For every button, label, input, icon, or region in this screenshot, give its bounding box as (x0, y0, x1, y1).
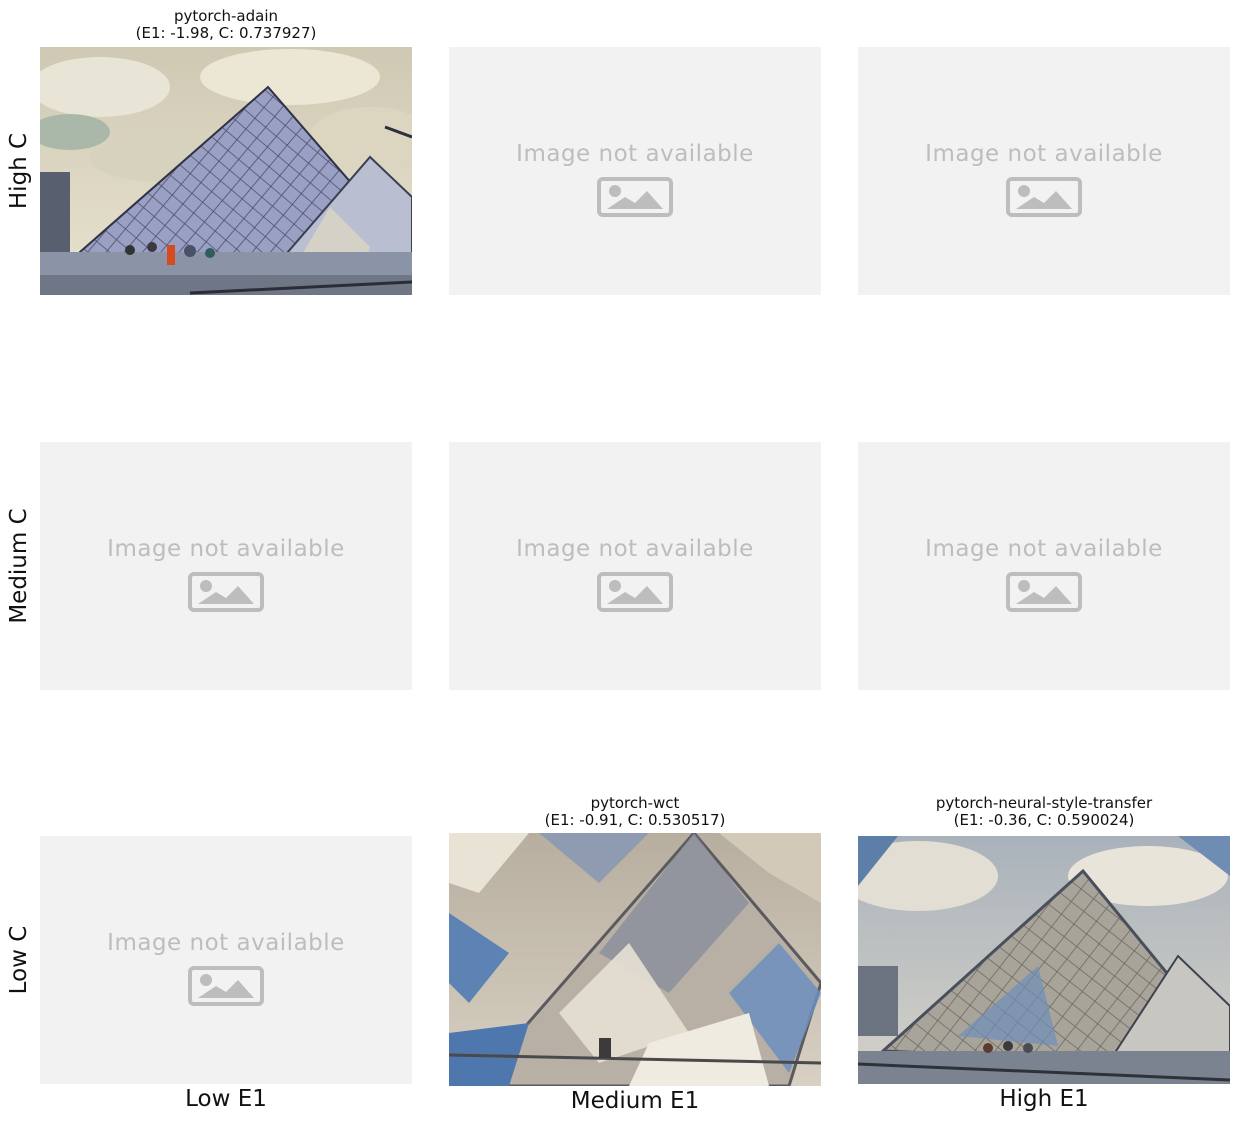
stylized-image-pyramid (40, 47, 412, 295)
placeholder-text: Image not available (516, 536, 754, 562)
cell-low-c-medium-e1: pytorch-wct (E1: -0.91, C: 0.530517) (449, 792, 821, 1086)
image-placeholder: Image not available (858, 442, 1230, 690)
col-label-high-e1: High E1 (999, 1086, 1089, 1112)
placeholder-text: Image not available (107, 536, 345, 562)
image-placeholder: Image not available (40, 836, 412, 1084)
cell-title: pytorch-neural-style-transfer (E1: -0.36… (858, 795, 1230, 829)
stylized-image-pyramid (858, 836, 1230, 1084)
cell-medium-c-low-e1: Image not available (40, 442, 412, 690)
placeholder-text: Image not available (107, 930, 345, 956)
placeholder-text: Image not available (925, 141, 1163, 167)
cell-low-c-high-e1: pytorch-neural-style-transfer (E1: -0.36… (858, 792, 1230, 1084)
method-name: pytorch-wct (590, 794, 680, 812)
col-label-low-e1: Low E1 (185, 1086, 267, 1112)
image-placeholder: Image not available (449, 442, 821, 690)
cell-medium-c-medium-e1: Image not available (449, 442, 821, 690)
image-placeholder-icon (1006, 572, 1082, 616)
stylized-image-pyramid (449, 833, 821, 1086)
image-placeholder: Image not available (858, 47, 1230, 295)
image-placeholder-icon (188, 572, 264, 616)
placeholder-text: Image not available (925, 536, 1163, 562)
cell-high-c-high-e1: Image not available (858, 47, 1230, 295)
image-placeholder-icon (188, 966, 264, 1010)
image-placeholder-icon (597, 177, 673, 221)
method-scores: (E1: -0.36, C: 0.590024) (953, 811, 1135, 829)
row-label-medium-c: Medium C (6, 508, 32, 624)
cell-low-c-low-e1: Image not available (40, 836, 412, 1084)
method-scores: (E1: -0.91, C: 0.530517) (544, 811, 726, 829)
image-placeholder: Image not available (40, 442, 412, 690)
image-placeholder-icon (1006, 177, 1082, 221)
method-name: pytorch-adain (173, 7, 279, 25)
cell-high-c-low-e1: pytorch-adain (E1: -1.98, C: 0.737927) (40, 0, 412, 296)
row-label-low-c: Low C (6, 925, 32, 995)
image-placeholder: Image not available (449, 47, 821, 295)
col-label-medium-e1: Medium E1 (570, 1088, 700, 1114)
cell-high-c-medium-e1: Image not available (449, 47, 821, 295)
method-scores: (E1: -1.98, C: 0.737927) (135, 24, 317, 42)
cell-title: pytorch-adain (E1: -1.98, C: 0.737927) (40, 8, 412, 42)
image-placeholder-icon (597, 572, 673, 616)
placeholder-text: Image not available (516, 141, 754, 167)
cell-title: pytorch-wct (E1: -0.91, C: 0.530517) (449, 795, 821, 829)
method-name: pytorch-neural-style-transfer (935, 794, 1153, 812)
row-label-high-c: High C (6, 132, 32, 210)
cell-medium-c-high-e1: Image not available (858, 442, 1230, 690)
